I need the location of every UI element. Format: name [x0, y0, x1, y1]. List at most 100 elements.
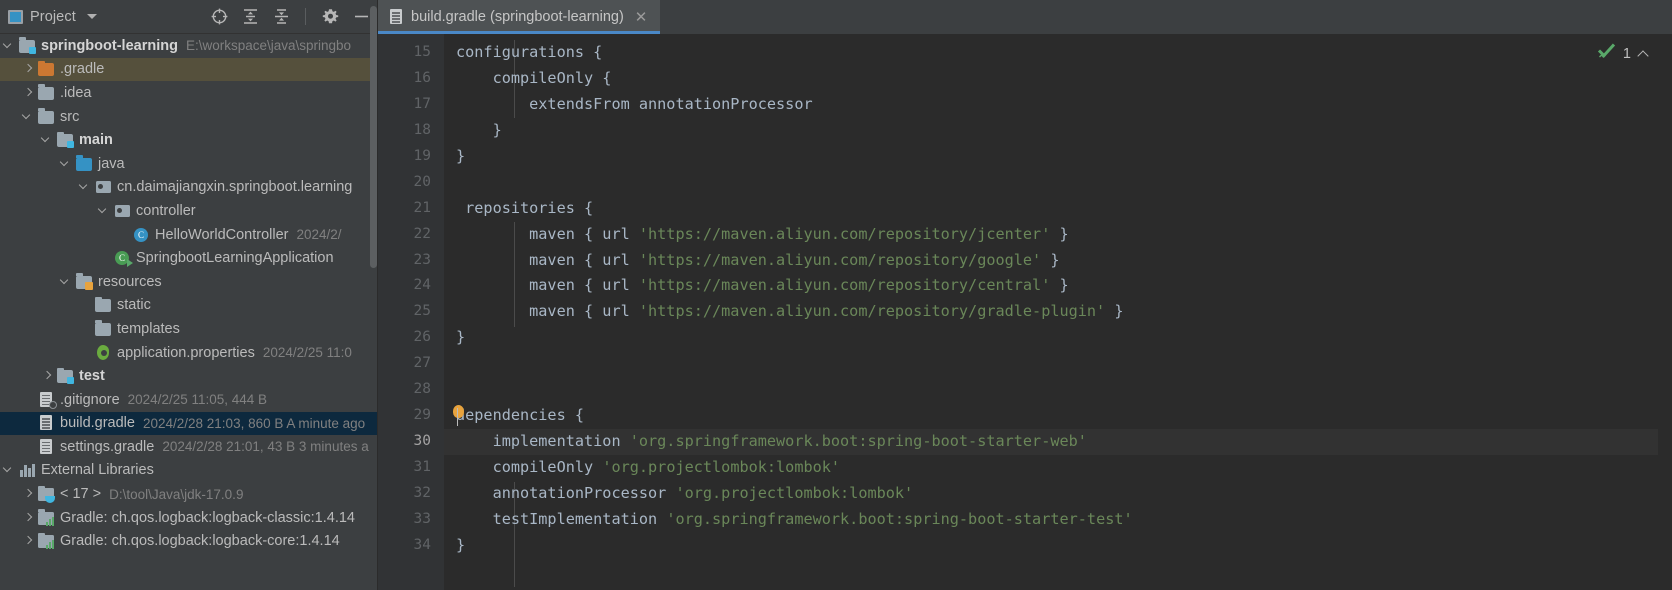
code-line[interactable]: annotationProcessor 'org.projectlombok:l…	[444, 481, 1672, 507]
line-number[interactable]: 21	[378, 196, 444, 222]
tree-row-label: External Libraries	[41, 462, 154, 479]
tree-row[interactable]: static	[0, 294, 378, 318]
chevron-right-icon[interactable]	[42, 371, 52, 381]
code-token: maven { url	[456, 276, 639, 295]
line-number[interactable]: 20	[378, 170, 444, 196]
code-line[interactable]	[444, 170, 1672, 196]
line-number[interactable]: 31	[378, 455, 444, 481]
tree-row[interactable]: main	[0, 128, 378, 152]
chevron-right-icon[interactable]	[23, 489, 33, 499]
tree-row[interactable]: java	[0, 152, 378, 176]
tree-row[interactable]: cn.daimajiangxin.springboot.learning	[0, 176, 378, 200]
code-line[interactable]: maven { url 'https://maven.aliyun.com/re…	[444, 248, 1672, 274]
tree-row[interactable]: External Libraries	[0, 459, 378, 483]
tree-row[interactable]: .gitignore 2024/2/25 11:05, 444 B	[0, 388, 378, 412]
line-number[interactable]: 34	[378, 533, 444, 559]
tree-row[interactable]: test	[0, 364, 378, 388]
line-number[interactable]: 26	[378, 325, 444, 351]
code-content[interactable]: configurations { compileOnly { extendsFr…	[444, 34, 1672, 590]
minimize-icon[interactable]	[352, 8, 370, 26]
chevron-down-icon[interactable]	[86, 14, 97, 19]
chevron-down-icon[interactable]	[23, 112, 33, 122]
line-number[interactable]: 25	[378, 299, 444, 325]
code-line[interactable]: maven { url 'https://maven.aliyun.com/re…	[444, 222, 1672, 248]
tree-row[interactable]: settings.gradle 2024/2/28 21:01, 43 B 3 m…	[0, 435, 378, 459]
line-number[interactable]: 30	[378, 429, 444, 455]
line-number[interactable]: 32	[378, 481, 444, 507]
code-line[interactable]: compileOnly 'org.projectlombok:lombok'	[444, 455, 1672, 481]
code-line[interactable]	[444, 377, 1672, 403]
code-line[interactable]: dependencies {	[444, 403, 1672, 429]
editor-body[interactable]: 15 16 17 18 19 20 21 22 23 24 25 26 27 28 29 30 31 32 33 34…	[378, 34, 1672, 590]
gear-icon[interactable]	[321, 8, 339, 26]
chevron-down-icon[interactable]	[61, 159, 71, 169]
chevron-right-icon[interactable]	[23, 536, 33, 546]
expand-all-icon[interactable]	[241, 8, 259, 26]
line-number[interactable]: 27	[378, 351, 444, 377]
project-tree-scrollbar[interactable]	[370, 6, 377, 268]
code-line[interactable]: configurations {	[444, 40, 1672, 66]
tab-build-gradle[interactable]: build.gradle (springboot-learning) ✕	[378, 0, 661, 34]
chevron-down-icon[interactable]	[61, 277, 71, 287]
line-number[interactable]: 33	[378, 507, 444, 533]
code-line[interactable]: }	[444, 533, 1672, 559]
line-number[interactable]: 18	[378, 118, 444, 144]
tree-row[interactable]: resources	[0, 270, 378, 294]
chevron-right-icon[interactable]	[23, 513, 33, 523]
close-icon[interactable]: ✕	[632, 8, 651, 27]
code-line[interactable]: compileOnly {	[444, 66, 1672, 92]
line-number[interactable]: 23	[378, 248, 444, 274]
code-line[interactable]: maven { url 'https://maven.aliyun.com/re…	[444, 273, 1672, 299]
editor-status-rail[interactable]	[1658, 34, 1672, 590]
code-token: dependencies {	[456, 406, 585, 425]
inspection-widget[interactable]: 1	[1597, 43, 1650, 65]
tree-row[interactable]: springboot-learning E:\workspace\java\spr…	[0, 34, 378, 58]
project-panel-title-group[interactable]: Project	[8, 9, 97, 25]
chevron-down-icon[interactable]	[4, 41, 14, 51]
code-line[interactable]: implementation 'org.springframework.boot…	[444, 429, 1672, 455]
line-number[interactable]: 28	[378, 377, 444, 403]
chevron-down-icon[interactable]	[42, 135, 52, 145]
line-number[interactable]: 15	[378, 40, 444, 66]
chevron-right-icon[interactable]	[23, 64, 33, 74]
tree-row[interactable]: build.gradle 2024/2/28 21:03, 860 B A min…	[0, 411, 378, 436]
tree-row[interactable]: controller	[0, 199, 378, 223]
line-number[interactable]: 24	[378, 273, 444, 299]
chevron-down-icon[interactable]	[4, 465, 14, 475]
tree-row[interactable]: Gradle: ch.qos.logback:logback-core:1.4.…	[0, 529, 378, 553]
code-line[interactable]: repositories {	[444, 196, 1672, 222]
code-line[interactable]	[444, 351, 1672, 377]
project-tree[interactable]: springboot-learning E:\workspace\java\spr…	[0, 34, 378, 590]
code-line[interactable]: testImplementation 'org.springframework.…	[444, 507, 1672, 533]
code-token: configurations {	[456, 43, 603, 61]
line-number[interactable]: 29	[378, 403, 444, 429]
editor-area: build.gradle (springboot-learning) ✕ 15 1…	[378, 0, 1672, 590]
chevron-up-icon[interactable]	[1638, 48, 1650, 60]
chevron-down-icon[interactable]	[80, 182, 90, 192]
tree-row[interactable]: C SpringbootLearningApplication	[0, 246, 378, 270]
tree-row-label: < 17 >	[60, 486, 102, 503]
line-number[interactable]: 19	[378, 144, 444, 170]
code-line[interactable]: }	[444, 144, 1672, 170]
tree-row[interactable]: C HelloWorldController 2024/2/	[0, 223, 378, 247]
tree-row[interactable]: templates	[0, 317, 378, 341]
code-line[interactable]: extendsFrom annotationProcessor	[444, 92, 1672, 118]
tree-row[interactable]: < 17 > D:\tool\Java\jdk-17.0.9	[0, 482, 378, 506]
code-line[interactable]: }	[444, 325, 1672, 351]
code-line[interactable]: }	[444, 118, 1672, 144]
select-opened-file-icon[interactable]	[210, 8, 228, 26]
line-number[interactable]: 17	[378, 92, 444, 118]
tree-row[interactable]: application.properties 2024/2/25 11:0	[0, 341, 378, 365]
line-number[interactable]: 22	[378, 222, 444, 248]
line-number-gutter[interactable]: 15 16 17 18 19 20 21 22 23 24 25 26 27 28 29 30 31 32 33 34	[378, 34, 444, 590]
code-line[interactable]: maven { url 'https://maven.aliyun.com/re…	[444, 299, 1672, 325]
collapse-all-icon[interactable]	[272, 8, 290, 26]
tree-row[interactable]: src	[0, 105, 378, 129]
chevron-right-icon[interactable]	[23, 88, 33, 98]
tree-row[interactable]: Gradle: ch.qos.logback:logback-classic:1…	[0, 506, 378, 530]
chevron-down-icon[interactable]	[99, 206, 109, 216]
tree-row[interactable]: .idea	[0, 81, 378, 105]
folder-blue-icon	[76, 155, 93, 172]
tree-row[interactable]: .gradle	[0, 57, 378, 82]
line-number[interactable]: 16	[378, 66, 444, 92]
